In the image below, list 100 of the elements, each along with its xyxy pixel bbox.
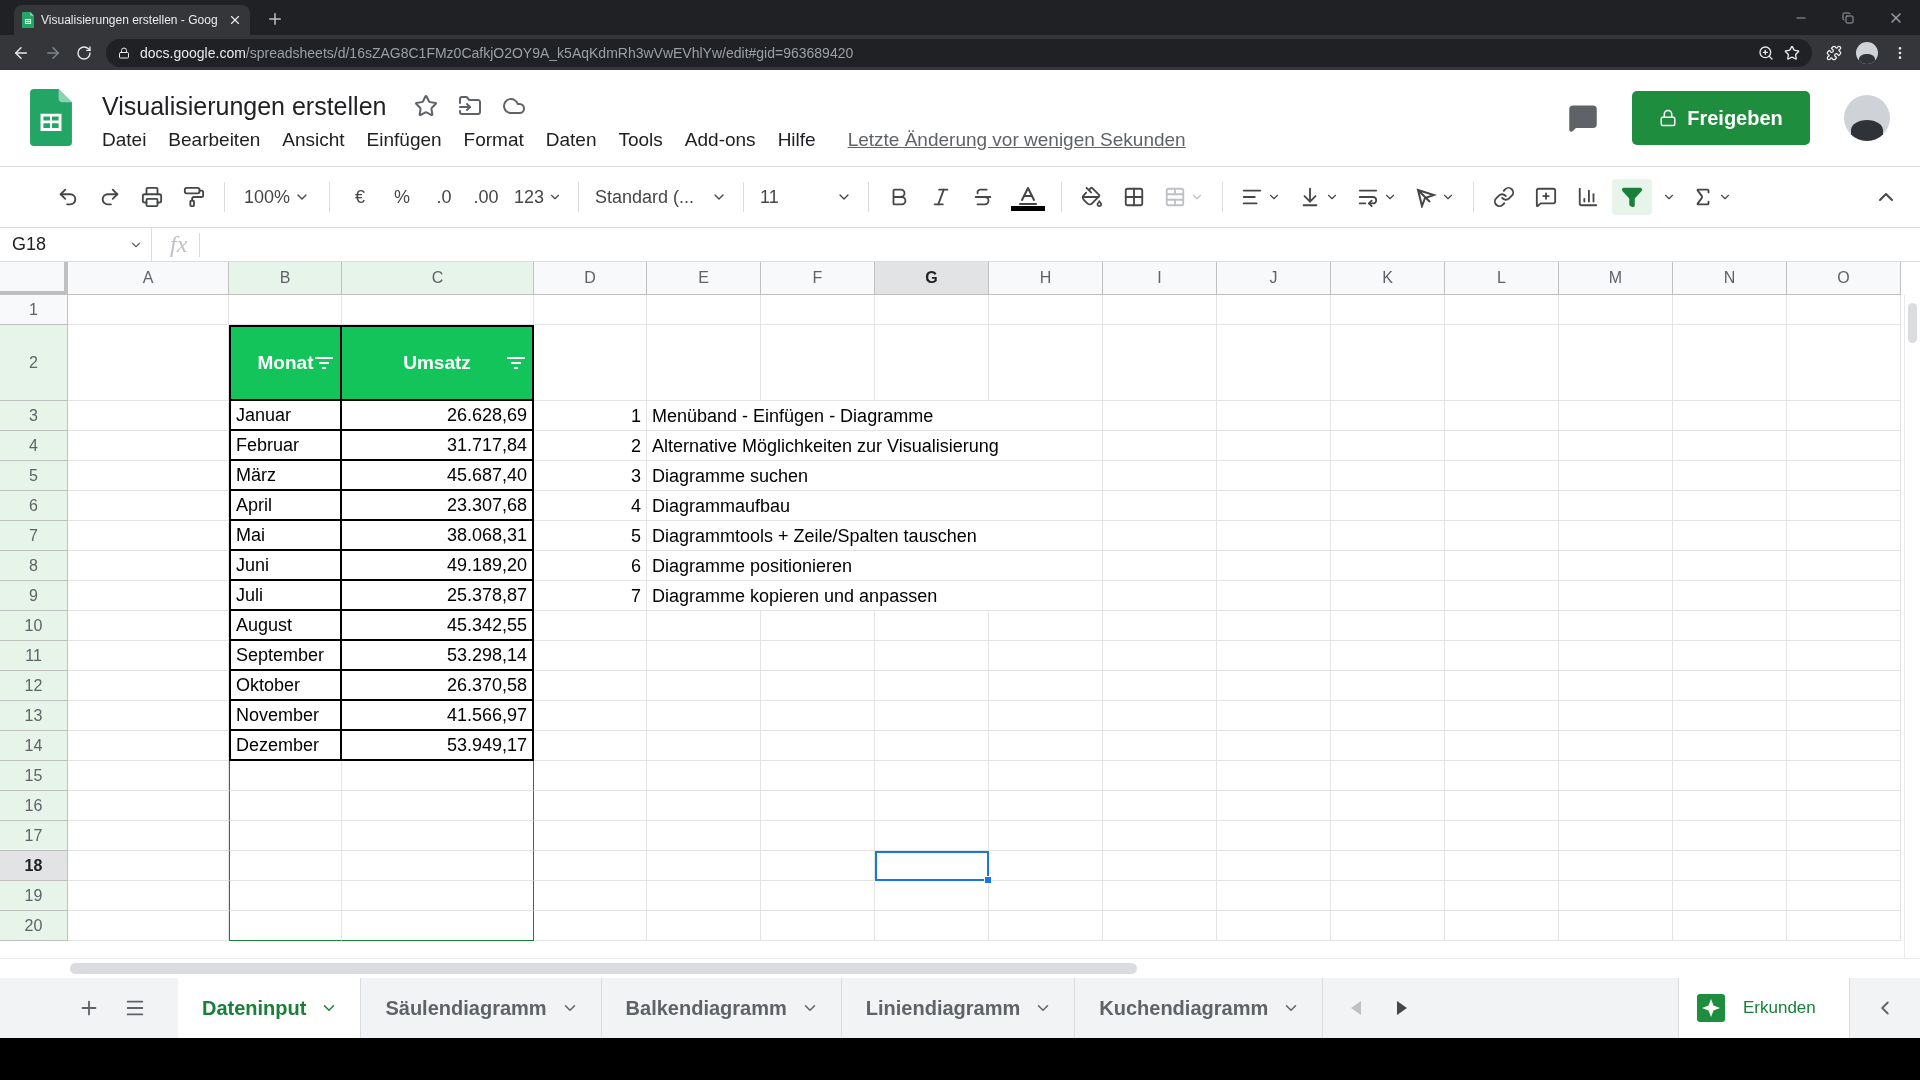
menu-item[interactable]: Ansicht	[282, 128, 345, 151]
table-cell[interactable]: 45.687,40	[342, 461, 534, 491]
table-cell[interactable]: 5	[534, 521, 647, 551]
table-cell[interactable]: September	[229, 641, 342, 671]
menu-item[interactable]: Tools	[618, 128, 663, 151]
table-cell[interactable]: 3	[534, 461, 647, 491]
selected-cell[interactable]	[875, 851, 989, 881]
sheet-tab[interactable]: Dateninput	[178, 978, 362, 1038]
table-cell[interactable]: 1	[534, 401, 647, 431]
table-cell[interactable]: 45.342,55	[342, 611, 534, 641]
table-cell[interactable]: März	[229, 461, 342, 491]
table-cell[interactable]: Februar	[229, 431, 342, 461]
font-size-dropdown[interactable]: 11	[756, 179, 857, 215]
table-cell[interactable]: November	[229, 701, 342, 731]
table-cell[interactable]: 38.068,31	[342, 521, 534, 551]
table-cell[interactable]: 53.298,14	[342, 641, 534, 671]
share-button[interactable]: Freigeben	[1632, 91, 1810, 145]
font-dropdown[interactable]: Standard (...	[591, 179, 732, 215]
column-header[interactable]: J	[1217, 262, 1331, 295]
column-header[interactable]: H	[989, 262, 1103, 295]
row-header[interactable]: 4	[0, 431, 68, 461]
table-cell[interactable]: August	[229, 611, 342, 641]
row-header[interactable]: 8	[0, 551, 68, 581]
column-header[interactable]: C	[342, 262, 534, 295]
table-cell[interactable]: Januar	[229, 401, 342, 431]
menu-item[interactable]: Daten	[545, 128, 597, 151]
percent-button[interactable]: %	[384, 179, 420, 215]
menu-item[interactable]: Add-ons	[684, 128, 756, 151]
comments-icon[interactable]	[1568, 103, 1598, 133]
address-bar[interactable]: docs.google.com/spreadsheets/d/16sZAG8C1FMz0CafkjO2OY9A_k5AqKdmRh3wVwEVhlYw/edit#gid=963689420	[106, 38, 1812, 67]
column-header[interactable]: E	[647, 262, 761, 295]
table-cell[interactable]: 23.307,68	[342, 491, 534, 521]
corner-cell[interactable]	[0, 262, 68, 295]
menu-item[interactable]: Format	[463, 128, 524, 151]
table-cell[interactable]: 26.370,58	[342, 671, 534, 701]
filter-button[interactable]	[1612, 179, 1653, 215]
table-cell[interactable]: 6	[534, 551, 647, 581]
table-cell[interactable]: 2	[534, 431, 647, 461]
column-header[interactable]: F	[761, 262, 875, 295]
table-cell[interactable]: Oktober	[229, 671, 342, 701]
last-edit-link[interactable]: Letzte Änderung vor wenigen Sekunden	[847, 128, 1186, 151]
row-header[interactable]: 16	[0, 791, 68, 821]
currency-button[interactable]: €	[342, 179, 378, 215]
menu-item[interactable]: Hilfe	[777, 128, 816, 151]
table-cell[interactable]: 31.717,84	[342, 431, 534, 461]
row-header[interactable]: 9	[0, 581, 68, 611]
number-format-dropdown[interactable]: 123	[510, 179, 567, 215]
table-cell[interactable]: 41.566,97	[342, 701, 534, 731]
fill-handle[interactable]	[984, 876, 992, 884]
row-header[interactable]: 11	[0, 641, 68, 671]
column-header[interactable]: A	[68, 262, 229, 295]
column-header[interactable]: D	[534, 262, 647, 295]
table-cell[interactable]: Dezember	[229, 731, 342, 761]
column-header[interactable]: O	[1787, 262, 1901, 295]
document-title[interactable]: Visualisierungen erstellen	[102, 91, 387, 121]
row-header[interactable]: 15	[0, 761, 68, 791]
table-cell[interactable]: 26.628,69	[342, 401, 534, 431]
folder-icon[interactable]	[458, 94, 483, 118]
filter-icon[interactable]	[506, 356, 526, 370]
puzzle-icon[interactable]	[1826, 44, 1842, 61]
row-header[interactable]: 6	[0, 491, 68, 521]
row-header[interactable]: 19	[0, 881, 68, 911]
explore-button[interactable]: Erkunden	[1678, 978, 1850, 1038]
row-header[interactable]: 14	[0, 731, 68, 761]
zoom-icon[interactable]	[1758, 44, 1774, 61]
menu-item[interactable]: Bearbeiten	[168, 128, 261, 151]
grid-cell[interactable]	[342, 851, 534, 881]
column-header[interactable]: K	[1331, 262, 1445, 295]
row-header[interactable]: 1	[0, 295, 68, 325]
star-icon[interactable]	[414, 94, 439, 118]
name-box[interactable]: G18	[0, 228, 152, 261]
decrease-decimals-button[interactable]: .0	[426, 179, 462, 215]
column-header[interactable]: N	[1673, 262, 1787, 295]
row-header[interactable]: 3	[0, 401, 68, 431]
table-cell[interactable]: 49.189,20	[342, 551, 534, 581]
row-header[interactable]: 7	[0, 521, 68, 551]
column-header[interactable]: B	[229, 262, 342, 295]
grid-cell[interactable]	[342, 791, 534, 821]
column-header[interactable]: G	[875, 262, 989, 295]
account-avatar[interactable]	[1844, 95, 1890, 141]
restore-icon[interactable]	[1842, 11, 1854, 24]
table-cell[interactable]: 7	[534, 581, 647, 611]
table-cell[interactable]: Juli	[229, 581, 342, 611]
menu-item[interactable]: Einfügen	[366, 128, 442, 151]
grid-cell[interactable]	[342, 881, 534, 911]
grid-cell[interactable]	[342, 821, 534, 851]
table-cell[interactable]: Juni	[229, 551, 342, 581]
table-cell[interactable]: Diagramme kopieren und anpassen	[647, 581, 1103, 611]
increase-decimals-button[interactable]: .00	[468, 179, 504, 215]
new-tab-icon[interactable]	[266, 10, 284, 28]
table-cell[interactable]: Menüband - Einfügen - Diagramme	[647, 401, 1103, 431]
row-header[interactable]: 13	[0, 701, 68, 731]
horizontal-scrollbar[interactable]	[70, 963, 1137, 974]
scrollbar-thumb[interactable]	[1908, 303, 1917, 343]
table-cell[interactable]: Diagramme suchen	[647, 461, 1103, 491]
column-header[interactable]: L	[1445, 262, 1559, 295]
menu-item[interactable]: Datei	[102, 128, 147, 151]
browser-tab[interactable]: Visualisierungen erstellen - Goog	[14, 5, 250, 35]
table-cell[interactable]: 4	[534, 491, 647, 521]
row-header[interactable]: 20	[0, 911, 68, 941]
